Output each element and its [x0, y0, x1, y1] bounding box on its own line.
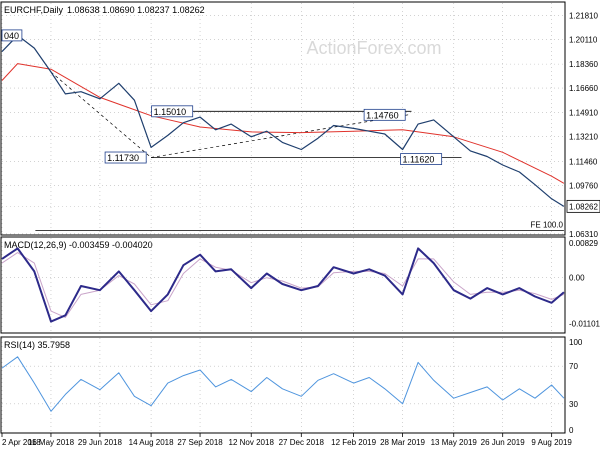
x-tick-label: 9 Aug 2019 [531, 438, 572, 447]
x-tick-label: 27 Sep 2018 [177, 438, 223, 447]
price-tick-label: 1.21810 [569, 12, 598, 21]
x-tick-label: 27 Dec 2018 [279, 438, 325, 447]
x-tick-label: 26 Jun 2019 [481, 438, 526, 447]
label-fe: FE 100.0 [531, 220, 564, 229]
macd-tick-label: 0.00 [569, 274, 585, 283]
x-tick-label: 13 May 2019 [431, 438, 478, 447]
macd-panel-title: MACD(12,26,9) -0.003459 -0.004020 [4, 240, 153, 250]
rsi-tick-label: 0 [569, 426, 574, 435]
price-tick-label: 1.16660 [569, 84, 598, 93]
macd-tick-label: -0.011015 [569, 320, 600, 329]
x-tick-label: 12 Nov 2018 [229, 438, 275, 447]
price-tick-label: 1.06310 [569, 230, 598, 239]
rsi-tick-label: 100 [569, 338, 583, 347]
price-tick-label: 1.11460 [569, 157, 598, 166]
x-tick-label: 14 Aug 2018 [129, 438, 174, 447]
forex-chart: ActionForex.com EURCHF,Daily 1.08638 1.08… [0, 0, 600, 450]
chart-background [0, 0, 600, 450]
x-tick-label: 29 Jun 2018 [78, 438, 123, 447]
rsi-tick-label: 30 [569, 400, 578, 409]
x-tick-label: 28 Mar 2019 [380, 438, 425, 447]
price-tick-label: 1.14910 [569, 109, 598, 118]
last-price-label: 1.08262 [569, 202, 598, 211]
price-tick-label: 1.18360 [569, 60, 598, 69]
label-start: 040 [4, 31, 19, 41]
rsi-panel-title: RSI(14) 35.7958 [4, 340, 70, 350]
x-tick-label: 12 Feb 2019 [331, 438, 376, 447]
price-tick-label: 1.09760 [569, 181, 598, 190]
watermark: ActionForex.com [306, 38, 441, 58]
rsi-tick-label: 70 [569, 362, 578, 371]
chart-canvas: ActionForex.com EURCHF,Daily 1.08638 1.08… [0, 0, 600, 450]
price-panel-title: EURCHF,Daily 1.08638 1.08690 1.08237 1.08… [4, 5, 205, 15]
label-low-2: 1.11620 [403, 155, 435, 165]
label-high-1: 1.15010 [154, 107, 187, 117]
label-low-1: 1.11730 [107, 153, 139, 163]
macd-tick-label: 0.00829 [569, 239, 598, 248]
price-tick-label: 1.20110 [569, 35, 598, 44]
x-tick-label: 16 May 2018 [28, 438, 75, 447]
price-tick-label: 1.13210 [569, 133, 598, 142]
label-high-2: 1.14760 [366, 110, 399, 120]
